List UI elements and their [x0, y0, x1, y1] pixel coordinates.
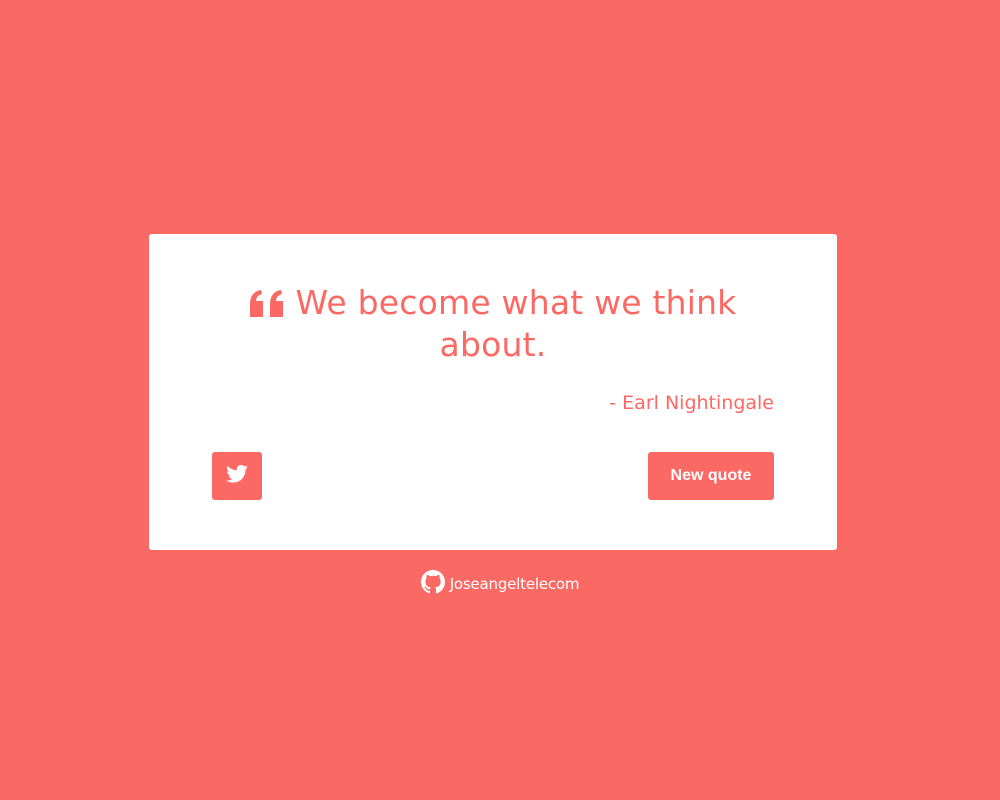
footer: Joseangeltelecom: [0, 570, 1000, 598]
quote-block: We become what we think about.: [209, 282, 777, 366]
github-link[interactable]: Joseangeltelecom: [420, 570, 580, 598]
twitter-icon: [226, 465, 248, 487]
tweet-button[interactable]: [212, 452, 262, 500]
quote-left-icon: [249, 290, 284, 318]
github-link-text: Joseangeltelecom: [449, 575, 580, 593]
github-icon: [420, 570, 445, 598]
quote-card: We become what we think about. - Earl Ni…: [149, 234, 837, 550]
quote-author: - Earl Nightingale: [609, 392, 774, 414]
new-quote-button[interactable]: New quote: [648, 452, 774, 500]
quote-text: We become what we think about.: [295, 283, 737, 364]
